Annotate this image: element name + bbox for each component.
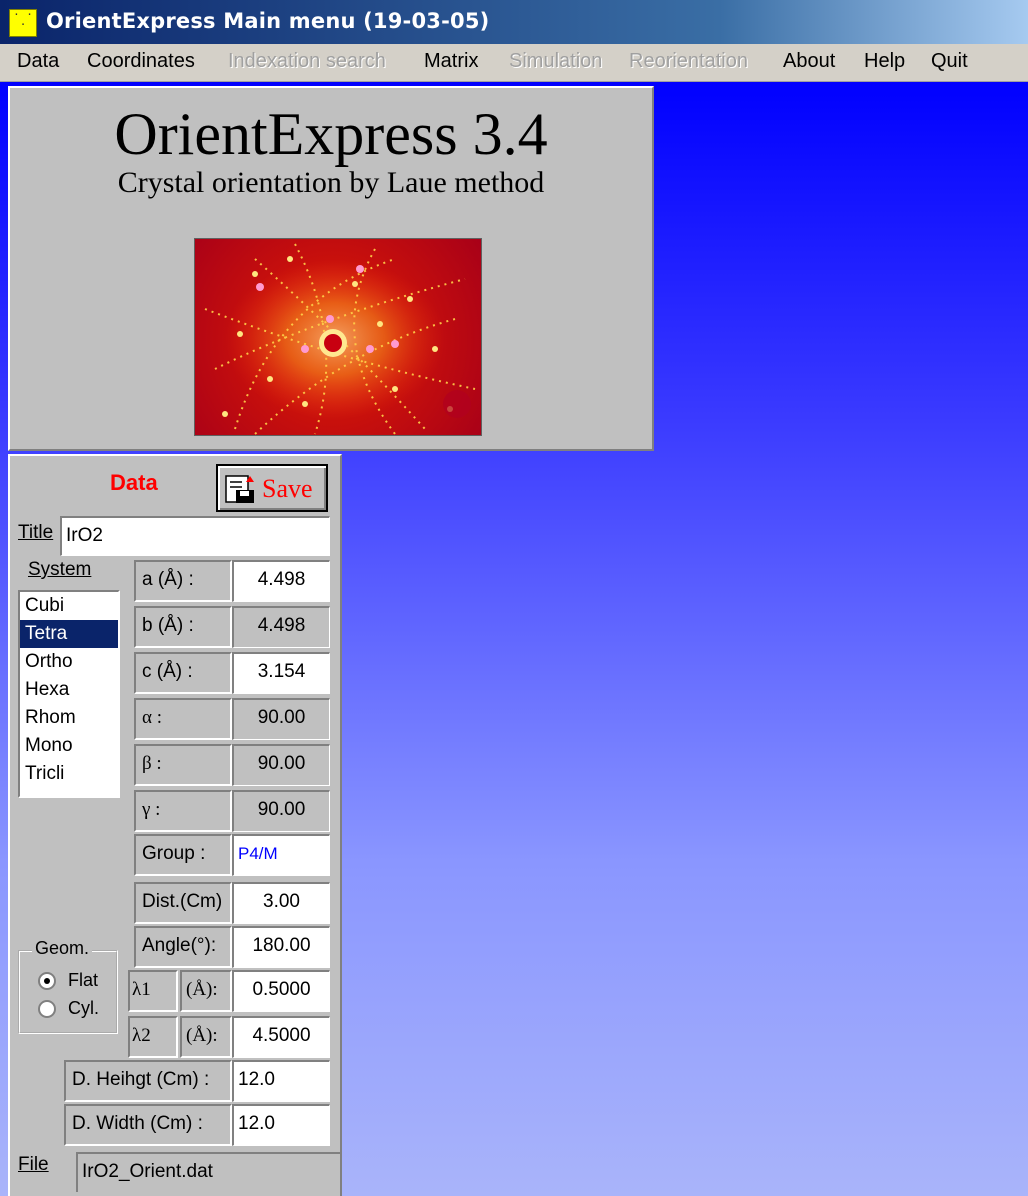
system-option-rhom[interactable]: Rhom: [20, 704, 118, 732]
group-label: Group :: [134, 834, 232, 876]
save-button-label: Save: [262, 474, 313, 503]
gamma-label: γ :: [134, 790, 232, 832]
system-option-mono[interactable]: Mono: [20, 732, 118, 760]
title-label: Title: [18, 522, 54, 543]
alpha-label: α :: [134, 698, 232, 740]
lambda2-unit: (Å):: [180, 1016, 232, 1058]
dwidth-label: D. Width (Cm) :: [64, 1104, 232, 1146]
file-label: File: [18, 1154, 49, 1175]
system-option-tricli[interactable]: Tricli: [20, 760, 118, 788]
dwidth-input[interactable]: 12.0: [232, 1104, 330, 1146]
system-listbox[interactable]: Cubi Tetra Ortho Hexa Rhom Mono Tricli: [18, 590, 120, 798]
geom-cyl-radio[interactable]: [38, 1000, 56, 1018]
save-disk-icon: [225, 475, 254, 503]
b-label: b (Å) :: [134, 606, 232, 648]
c-input[interactable]: 3.154: [232, 652, 330, 694]
geom-label: Geom.: [32, 938, 93, 959]
window-title: OrientExpress Main menu (19-03-05): [46, 9, 490, 33]
dist-input[interactable]: 3.00: [232, 882, 330, 924]
beta-label: β :: [134, 744, 232, 786]
lambda1-input[interactable]: 0.5000: [232, 970, 330, 1012]
lambda2-label: λ2: [128, 1016, 178, 1058]
save-button[interactable]: Save: [216, 464, 328, 512]
geom-groupbox: Geom. Flat Cyl.: [18, 938, 118, 1034]
window-titlebar[interactable]: · · · OrientExpress Main menu (19-03-05): [0, 0, 1028, 44]
menu-data[interactable]: Data: [17, 50, 59, 73]
lambda1-label: λ1: [128, 970, 178, 1012]
a-label: a (Å) :: [134, 560, 232, 602]
menu-matrix[interactable]: Matrix: [424, 50, 478, 73]
laue-pattern-image: [194, 238, 482, 436]
menu-indexation-search: Indexation search: [228, 50, 386, 72]
angle-input[interactable]: 180.00: [232, 926, 330, 968]
app-dots-icon[interactable]: · · ·: [9, 9, 37, 37]
geom-flat-label[interactable]: Flat: [68, 970, 98, 991]
a-input[interactable]: 4.498: [232, 560, 330, 602]
menu-reorientation: Reorientation: [629, 50, 748, 72]
beta-input: 90.00: [232, 744, 330, 786]
lambda1-unit: (Å):: [180, 970, 232, 1012]
group-input[interactable]: P4/M: [232, 834, 330, 876]
menu-bar: Data Coordinates Indexation search Matri…: [0, 44, 1028, 82]
menu-coordinates[interactable]: Coordinates: [87, 50, 195, 73]
laue-pattern-graphic: [204, 243, 476, 435]
geom-cyl-label[interactable]: Cyl.: [68, 998, 99, 1019]
menu-simulation: Simulation: [509, 50, 603, 72]
dheight-input[interactable]: 12.0: [232, 1060, 330, 1102]
dheight-label: D. Heihgt (Cm) :: [64, 1060, 232, 1102]
title-input[interactable]: IrO2: [60, 516, 330, 556]
b-input: 4.498: [232, 606, 330, 648]
menu-help[interactable]: Help: [864, 50, 905, 73]
menu-quit[interactable]: Quit: [931, 50, 968, 73]
dist-label: Dist.(Cm): [134, 882, 232, 924]
alpha-input: 90.00: [232, 698, 330, 740]
app-name-heading: OrientExpress 3.4: [114, 101, 548, 167]
system-option-hexa[interactable]: Hexa: [20, 676, 118, 704]
lambda2-input[interactable]: 4.5000: [232, 1016, 330, 1058]
gamma-input: 90.00: [232, 790, 330, 832]
system-option-cubi[interactable]: Cubi: [20, 592, 118, 620]
geom-flat-radio[interactable]: [38, 972, 56, 990]
data-heading: Data: [110, 470, 158, 495]
menu-about[interactable]: About: [783, 50, 835, 73]
system-label: System: [28, 559, 92, 580]
system-option-ortho[interactable]: Ortho: [20, 648, 118, 676]
app-subtitle: Crystal orientation by Laue method: [117, 166, 545, 199]
file-input[interactable]: IrO2_Orient.dat: [76, 1152, 340, 1192]
data-panel: Data Save Title IrO2 System Cubi Tetra O…: [8, 454, 342, 1196]
c-label: c (Å) :: [134, 652, 232, 694]
system-option-tetra[interactable]: Tetra: [20, 620, 118, 648]
splash-panel: OrientExpress 3.4 Crystal orientation by…: [8, 86, 654, 451]
angle-label: Angle(°):: [134, 926, 232, 968]
